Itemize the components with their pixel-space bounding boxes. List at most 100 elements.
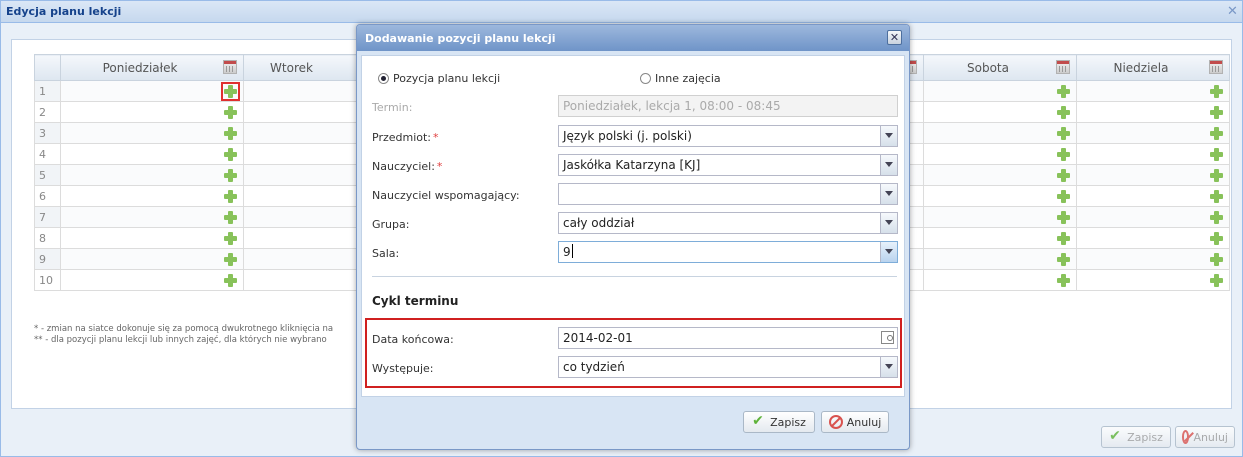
group-select[interactable]: cały oddział (558, 212, 898, 234)
add-icon[interactable] (1057, 106, 1070, 119)
radio-other-activities[interactable]: Inne zajęcia (640, 72, 721, 85)
room-combobox[interactable]: 9 (558, 241, 898, 263)
cell-saturday[interactable] (923, 101, 1077, 123)
cell-monday[interactable] (60, 206, 244, 228)
cell-tuesday[interactable] (243, 164, 364, 186)
cell-monday[interactable] (60, 122, 244, 144)
calendar-icon[interactable] (881, 331, 894, 344)
add-icon[interactable] (1210, 232, 1223, 245)
add-icon[interactable] (1210, 148, 1223, 161)
cell-monday[interactable] (60, 269, 244, 291)
add-icon[interactable] (224, 106, 237, 119)
cell-sunday[interactable] (1076, 269, 1230, 291)
chevron-down-icon[interactable] (880, 184, 897, 204)
cell-tuesday[interactable] (243, 227, 364, 249)
cell-monday[interactable] (60, 185, 244, 207)
add-icon[interactable] (224, 169, 237, 182)
add-icon[interactable] (1057, 274, 1070, 287)
add-icon[interactable] (1057, 211, 1070, 224)
end-date-field[interactable]: 2014-02-01 (558, 327, 898, 349)
add-icon[interactable] (1057, 190, 1070, 203)
add-icon[interactable] (224, 148, 237, 161)
cell-monday[interactable] (60, 164, 244, 186)
add-icon[interactable] (224, 253, 237, 266)
chevron-down-icon[interactable] (880, 357, 897, 377)
calendar-icon[interactable] (223, 60, 237, 74)
cell-saturday[interactable] (923, 122, 1077, 144)
cell-monday[interactable] (60, 101, 244, 123)
add-icon[interactable] (224, 190, 237, 203)
add-icon[interactable] (224, 127, 237, 140)
calendar-icon[interactable] (1056, 60, 1070, 74)
cell-tuesday[interactable] (243, 206, 364, 228)
cell-tuesday[interactable] (243, 185, 364, 207)
add-icon[interactable] (224, 211, 237, 224)
cell-sunday[interactable] (1076, 122, 1230, 144)
cell-monday[interactable] (60, 227, 244, 249)
cell-tuesday[interactable] (243, 269, 364, 291)
cancel-icon (1182, 430, 1190, 444)
cell-monday[interactable] (60, 80, 244, 102)
add-icon[interactable] (1057, 169, 1070, 182)
add-icon[interactable] (1057, 127, 1070, 140)
cell-sunday[interactable] (1076, 143, 1230, 165)
add-icon[interactable] (1210, 211, 1223, 224)
cell-sunday[interactable] (1076, 101, 1230, 123)
window-close-icon[interactable]: ✕ (1225, 5, 1240, 19)
add-icon[interactable] (1057, 253, 1070, 266)
add-icon[interactable] (1057, 148, 1070, 161)
chevron-down-icon[interactable] (880, 126, 897, 146)
cell-saturday[interactable] (923, 269, 1077, 291)
cell-sunday[interactable] (1076, 248, 1230, 270)
add-icon[interactable] (224, 232, 237, 245)
chevron-down-icon[interactable] (880, 242, 897, 262)
add-icon[interactable] (224, 274, 237, 287)
cell-saturday[interactable] (923, 80, 1077, 102)
add-icon[interactable] (1210, 169, 1223, 182)
add-icon[interactable] (1210, 85, 1223, 98)
add-icon[interactable] (1210, 253, 1223, 266)
term-field: Poniedziałek, lekcja 1, 08:00 - 08:45 (558, 95, 898, 117)
cell-saturday[interactable] (923, 185, 1077, 207)
occurs-select[interactable]: co tydzień (558, 356, 898, 378)
cancel-button[interactable]: Anuluj (1175, 426, 1235, 448)
cell-sunday[interactable] (1076, 164, 1230, 186)
chevron-down-icon[interactable] (880, 155, 897, 175)
cell-saturday[interactable] (923, 248, 1077, 270)
cell-monday[interactable] (60, 143, 244, 165)
chevron-down-icon[interactable] (880, 213, 897, 233)
cell-tuesday[interactable] (243, 143, 364, 165)
save-button[interactable]: Zapisz (1101, 426, 1171, 448)
cell-sunday[interactable] (1076, 227, 1230, 249)
divider (372, 276, 897, 277)
calendar-icon[interactable] (1209, 60, 1223, 74)
cell-saturday[interactable] (923, 164, 1077, 186)
subject-select[interactable]: Język polski (j. polski) (558, 125, 898, 147)
cell-sunday[interactable] (1076, 80, 1230, 102)
dialog-cancel-button[interactable]: Anuluj (821, 411, 889, 433)
grid-header-saturday: Sobota (923, 54, 1077, 81)
cell-tuesday[interactable] (243, 80, 364, 102)
cell-tuesday[interactable] (243, 248, 364, 270)
cell-monday[interactable] (60, 248, 244, 270)
radio-checked-icon (378, 73, 389, 84)
cell-sunday[interactable] (1076, 206, 1230, 228)
teacher-select[interactable]: Jaskółka Katarzyna [KJ] (558, 154, 898, 176)
cell-saturday[interactable] (923, 227, 1077, 249)
add-icon[interactable] (1210, 106, 1223, 119)
dialog-save-button[interactable]: Zapisz (743, 411, 815, 433)
add-icon[interactable] (1210, 274, 1223, 287)
add-icon[interactable] (1210, 190, 1223, 203)
add-icon[interactable] (221, 82, 240, 101)
assistant-teacher-select[interactable] (558, 183, 898, 205)
add-icon[interactable] (1057, 232, 1070, 245)
cell-tuesday[interactable] (243, 101, 364, 123)
cell-sunday[interactable] (1076, 185, 1230, 207)
add-icon[interactable] (1057, 85, 1070, 98)
radio-lesson-position[interactable]: Pozycja planu lekcji (378, 72, 500, 85)
cell-saturday[interactable] (923, 206, 1077, 228)
dialog-close-icon[interactable]: ✕ (887, 30, 902, 45)
cell-saturday[interactable] (923, 143, 1077, 165)
cell-tuesday[interactable] (243, 122, 364, 144)
add-icon[interactable] (1210, 127, 1223, 140)
